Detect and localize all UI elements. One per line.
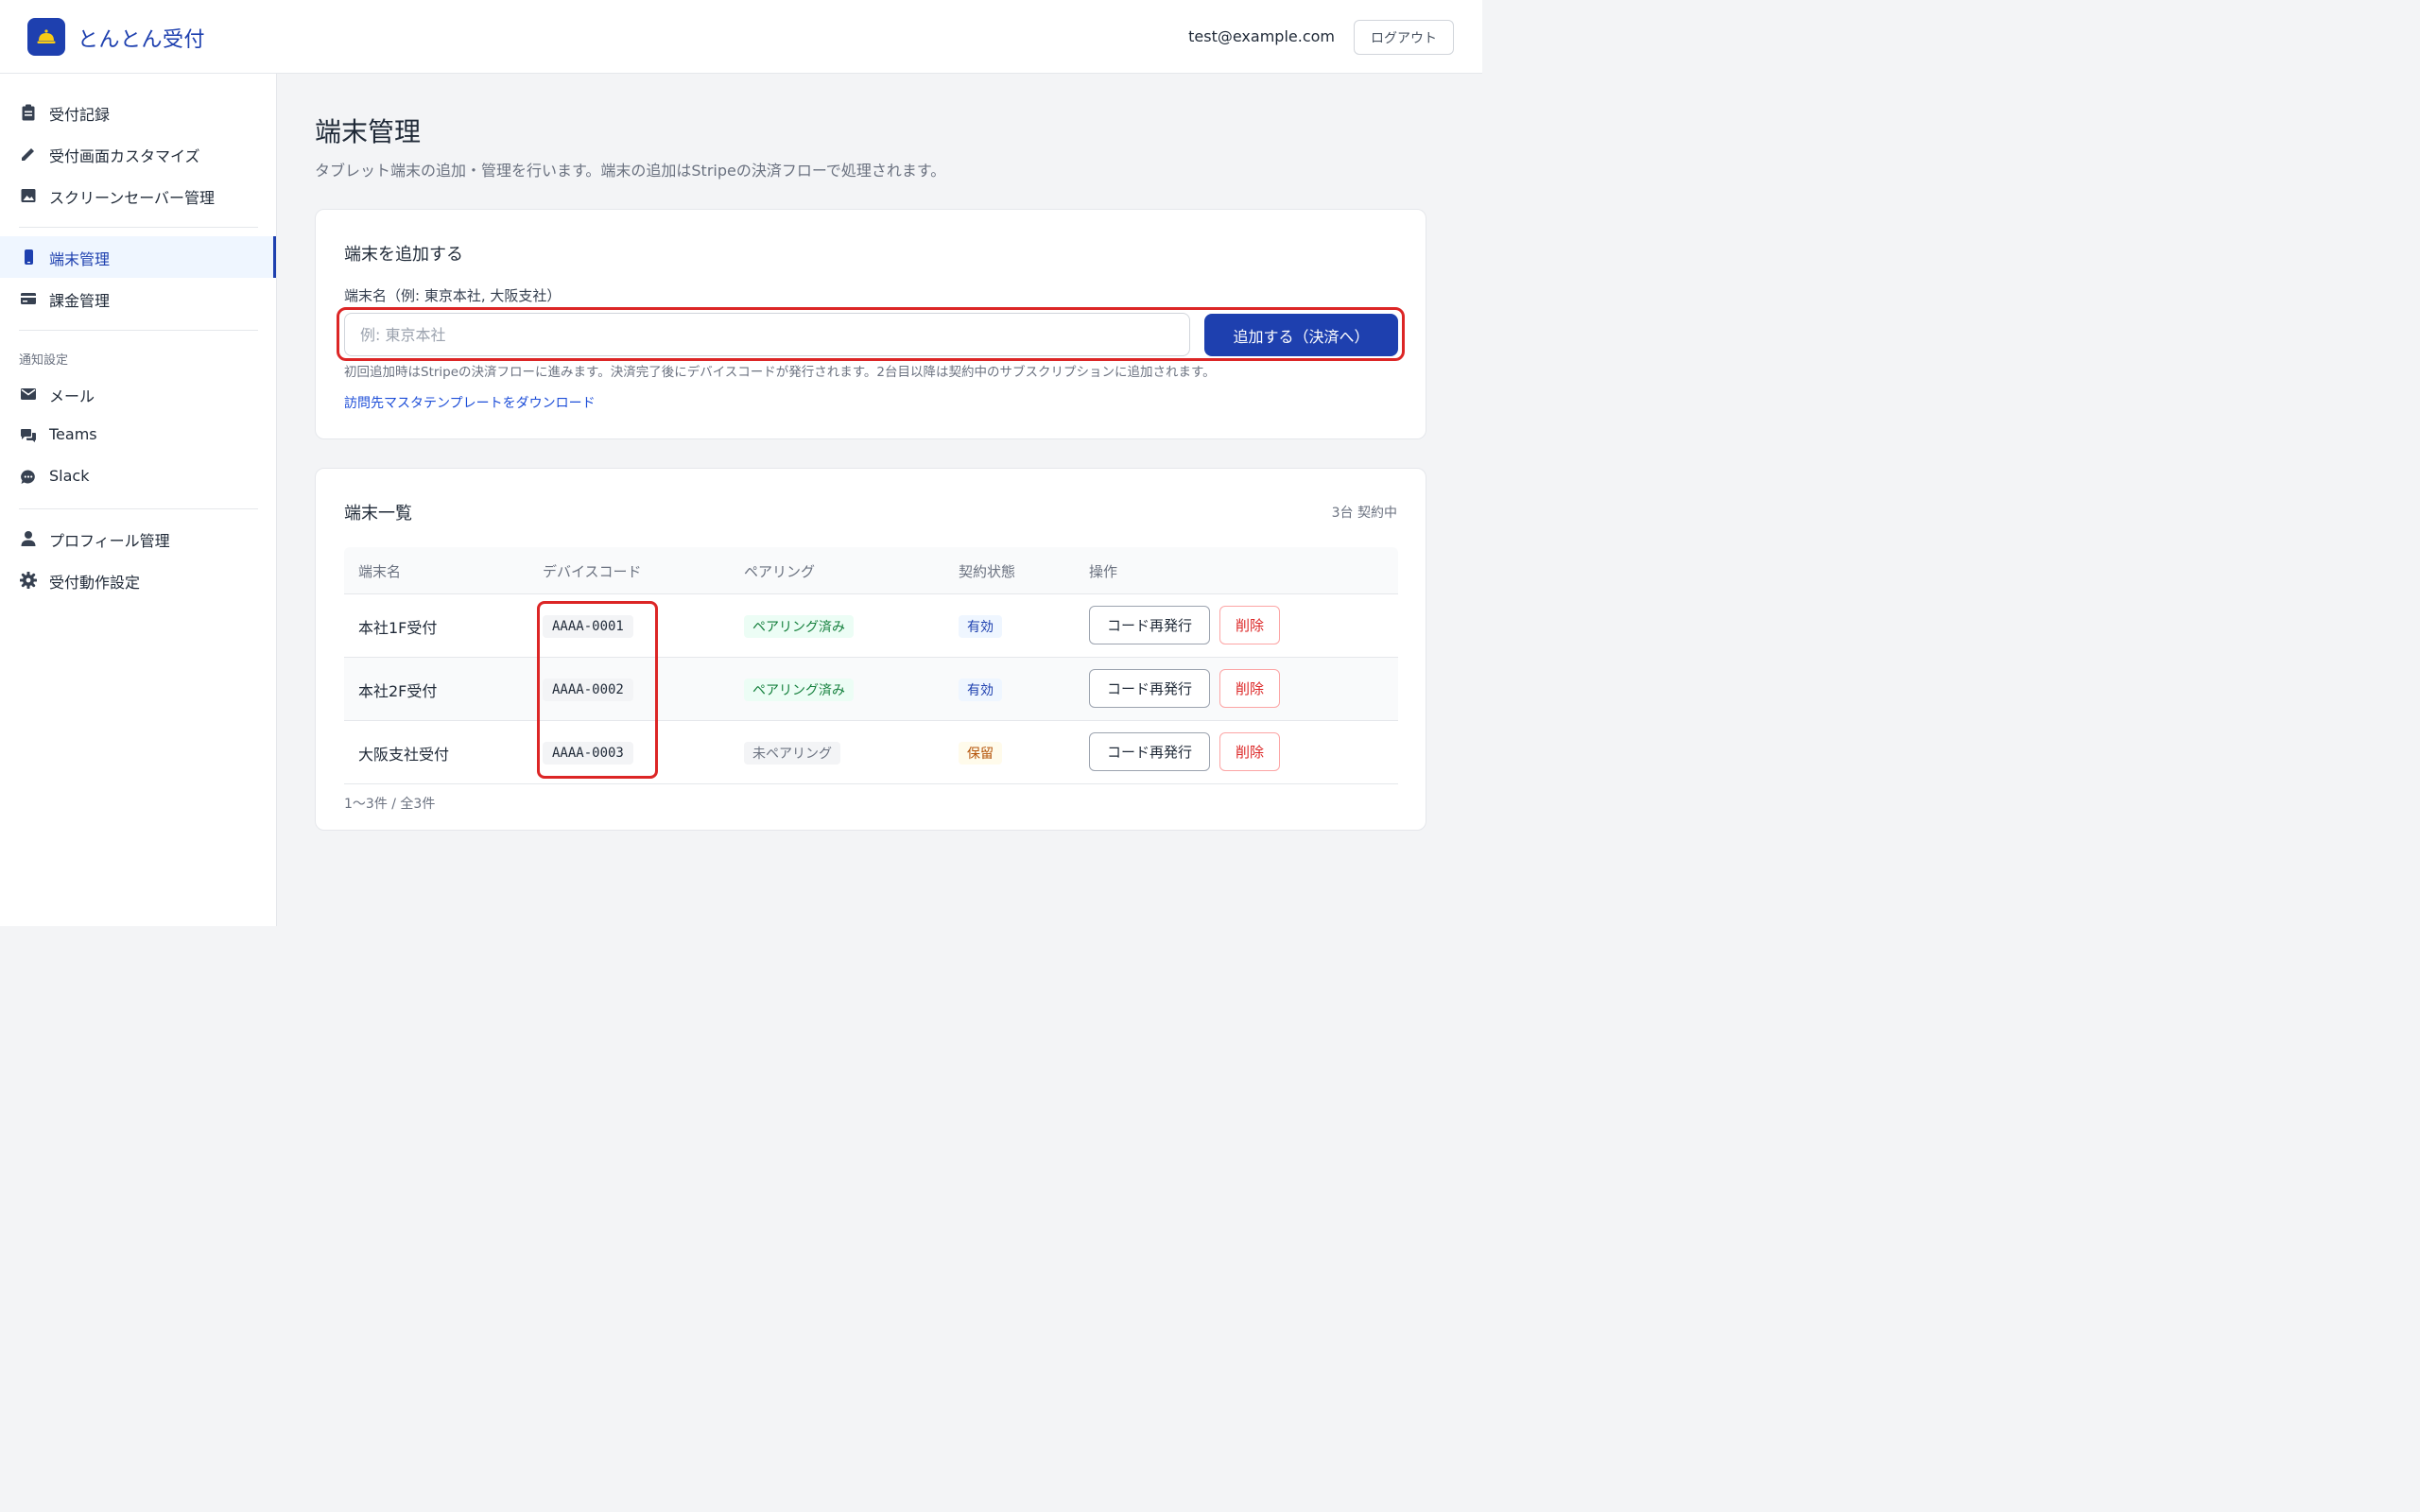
notify-section-title: 通知設定 [19,353,69,368]
column-header-pairing: ペアリング [744,563,816,580]
person-icon [19,529,38,548]
app-title[interactable]: とんとん受付 [78,23,205,53]
sidebar-item-profile[interactable]: プロフィール管理 [0,518,276,559]
sidebar-item-devices[interactable]: 端末管理 [0,236,276,278]
device-name: 本社2F受付 [358,682,438,700]
sidebar-item-screensaver[interactable]: スクリーンセーバー管理 [0,175,276,216]
image-icon [19,186,38,205]
sidebar-item-customize-screen[interactable]: 受付画面カスタマイズ [0,133,276,175]
sidebar-item-label: 受付動作設定 [49,574,141,592]
sidebar-item-label: 端末管理 [49,250,111,268]
sidebar-item-mail[interactable]: メール [0,373,276,415]
chat-icon [19,426,38,445]
device-name-label: 端末名（例: 東京本社, 大阪支社） [344,287,562,304]
device-list-card: 端末一覧 3台 契約中 端末名 デバイスコード ペアリング 契約状態 操作 本社… [315,468,1426,831]
column-header-name: 端末名 [358,563,402,580]
page-description: タブレット端末の追加・管理を行います。端末の追加はStripeの決済フローで処理… [315,162,946,180]
status-badge: 有効 [959,679,1002,701]
reissue-code-button[interactable]: コード再発行 [1089,732,1210,771]
sidebar-item-label: Slack [49,467,90,485]
table-header: 端末名 デバイスコード ペアリング 契約状態 操作 [344,547,1398,594]
highlight-annotation [537,601,658,779]
sidebar-item-label: 受付画面カスタマイズ [49,147,200,165]
tablet-icon [19,248,38,266]
pencil-icon [19,145,38,163]
add-device-card: 端末を追加する 端末名（例: 東京本社, 大阪支社） 追加する（決済へ） 初回追… [315,209,1426,439]
pairing-badge: ペアリング済み [744,615,854,638]
highlight-annotation [337,307,1405,361]
app-logo[interactable] [27,18,65,56]
sidebar-item-label: プロフィール管理 [49,532,170,550]
mail-icon [19,385,38,404]
sidebar-item-label: 受付記録 [49,106,111,124]
column-header-code: デバイスコード [543,563,642,580]
device-count: 3台 契約中 [1331,506,1397,521]
reissue-code-button[interactable]: コード再発行 [1089,669,1210,708]
sidebar-item-reception-settings[interactable]: 受付動作設定 [0,559,276,601]
add-device-title: 端末を追加する [344,245,463,265]
sidebar-item-label: メール [49,387,95,405]
table-row: 本社2F受付 AAAA-0002 ペアリング済み 有効 コード再発行 削除 [344,658,1398,721]
bell-icon [37,29,56,43]
delete-button[interactable]: 削除 [1219,606,1280,644]
table-row: 大阪支社受付 AAAA-0003 未ペアリング 保留 コード再発行 削除 [344,721,1398,784]
column-header-actions: 操作 [1089,563,1118,580]
sidebar-item-reception-records[interactable]: 受付記録 [0,92,276,133]
pagination-info: 1〜3件 / 全3件 [344,797,436,812]
app-header: とんとん受付 test@example.com ログアウト [0,0,1482,74]
column-header-status: 契約状態 [959,563,1016,580]
sidebar-divider [19,330,258,331]
logout-button[interactable]: ログアウト [1354,20,1454,55]
credit-card-icon [19,289,38,308]
sidebar-item-slack[interactable]: Slack [0,456,276,498]
delete-button[interactable]: 削除 [1219,669,1280,708]
gear-icon [19,571,38,590]
sidebar-item-label: 課金管理 [49,292,111,310]
status-badge: 保留 [959,742,1002,765]
message-icon [19,468,38,487]
pairing-badge: ペアリング済み [744,679,854,701]
page-title: 端末管理 [315,116,422,147]
user-email: test@example.com [1188,27,1335,45]
sidebar-item-label: Teams [49,425,97,443]
sidebar: 受付記録 受付画面カスタマイズ スクリーンセーバー管理 端末管理 課金管理 通知… [0,74,277,926]
pairing-badge: 未ペアリング [744,742,840,765]
sidebar-item-teams[interactable]: Teams [0,415,276,456]
sidebar-item-billing[interactable]: 課金管理 [0,278,276,319]
sidebar-divider [19,508,258,509]
device-name: 大阪支社受付 [358,746,450,764]
device-list-title: 端末一覧 [344,504,412,524]
add-device-help-text: 初回追加時はStripeの決済フローに進みます。決済完了後にデバイスコードが発行… [344,365,1216,380]
delete-button[interactable]: 削除 [1219,732,1280,771]
download-template-link[interactable]: 訪問先マスタテンプレートをダウンロード [344,393,596,412]
status-badge: 有効 [959,615,1002,638]
device-name: 本社1F受付 [358,619,438,637]
reissue-code-button[interactable]: コード再発行 [1089,606,1210,644]
table-row: 本社1F受付 AAAA-0001 ペアリング済み 有効 コード再発行 削除 [344,594,1398,658]
clipboard-icon [19,103,38,122]
sidebar-divider [19,227,258,228]
sidebar-item-label: スクリーンセーバー管理 [49,189,216,207]
